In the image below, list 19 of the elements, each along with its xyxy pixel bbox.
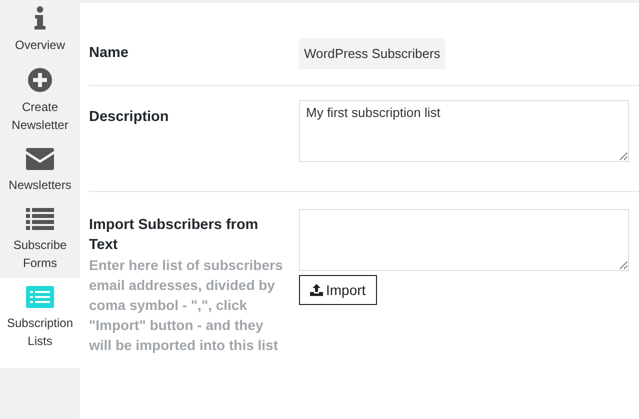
import-button[interactable]: Import: [299, 275, 377, 305]
upload-icon: [310, 284, 323, 296]
sidebar-item[interactable]: Overview: [0, 0, 80, 60]
description-field[interactable]: My first subscription list: [299, 100, 629, 162]
help-text: Enter here list of subscribers email addresses, divided by coma symbol - ",", click "Import" button - and they will be imported into this list: [89, 256, 284, 355]
sidebar-item[interactable]: Subscribe Forms: [0, 200, 80, 278]
list-box-icon: [26, 286, 54, 308]
field-label: Import Subscribers from Text: [89, 216, 260, 255]
info-icon: [34, 6, 46, 30]
field-label: Name: [89, 44, 130, 63]
import-text-field[interactable]: [299, 209, 629, 271]
plus-circle-icon: [28, 68, 52, 92]
sidebar-item[interactable]: Newsletters: [0, 140, 80, 200]
sidebar-item[interactable]: Create Newsletter: [0, 60, 80, 140]
field-label: Description: [89, 108, 170, 127]
list-icon: [26, 208, 54, 230]
envelope-icon: [26, 148, 54, 170]
sidebar-item[interactable]: Subscription Lists: [0, 278, 80, 368]
name-field[interactable]: WordPress Subscribers: [299, 38, 446, 69]
